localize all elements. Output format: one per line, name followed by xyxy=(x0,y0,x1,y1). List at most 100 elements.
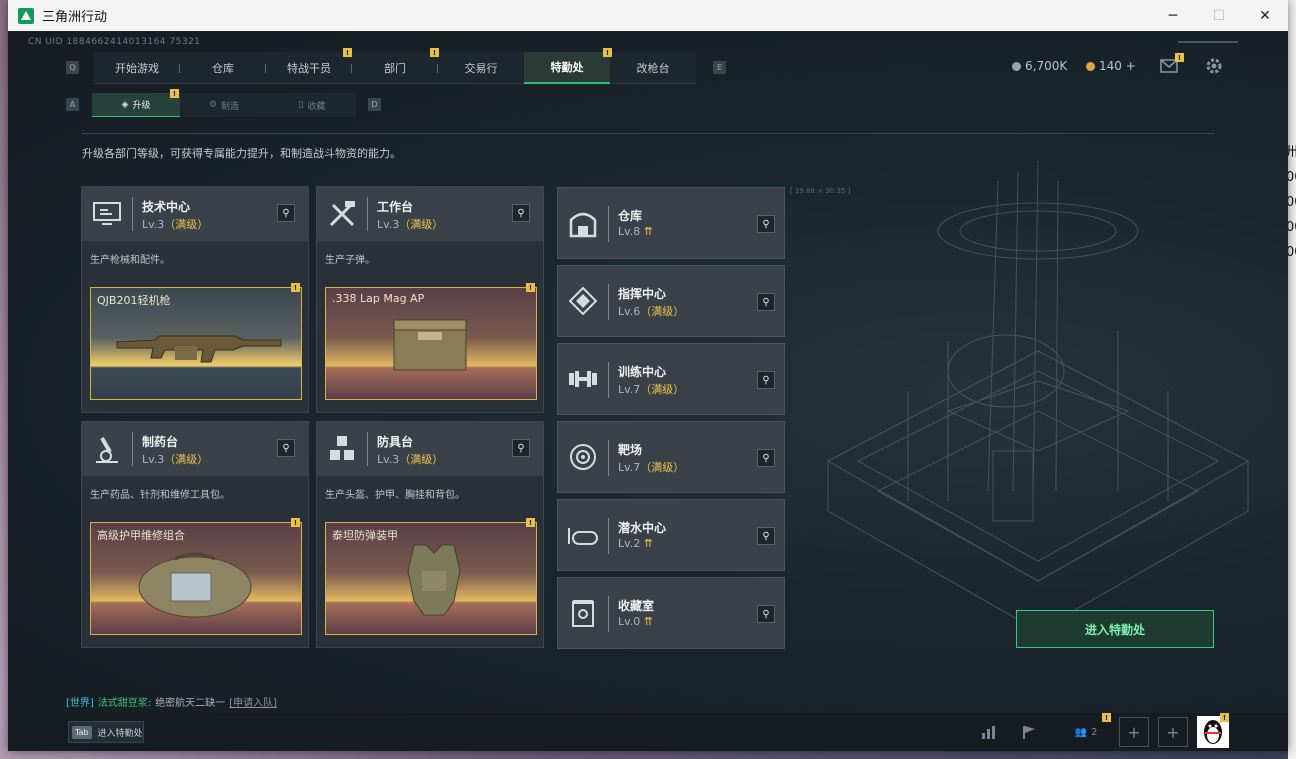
enter-special-ops-button[interactable]: 进入特勤处 xyxy=(1016,610,1214,648)
magnifier-icon: ⚲ xyxy=(282,442,290,454)
tab-label: 特战干员 xyxy=(287,62,331,75)
target-icon xyxy=(566,440,600,474)
subtab-label: 升级 xyxy=(132,101,151,111)
product-slot[interactable]: 泰坦防弹装甲 xyxy=(325,522,537,635)
tab-operators[interactable]: 特战干员 xyxy=(266,52,352,84)
maximize-button[interactable]: ☐ xyxy=(1196,0,1242,31)
tab-warehouse[interactable]: 仓库 xyxy=(180,52,266,84)
subnav-next-key[interactable]: D xyxy=(368,98,381,111)
magnifier-icon: ⚲ xyxy=(517,207,525,219)
search-button[interactable]: ⚲ xyxy=(757,215,775,233)
card-tech-center[interactable]: 技术中心 Lv.3（满级） ⚲ 生产枪械和配件。 QJB201轻机枪 ! xyxy=(81,186,309,413)
money-display: 6,700K xyxy=(1012,59,1067,73)
armor-vest-image xyxy=(407,544,461,616)
upgrade-icon: ◈ xyxy=(121,99,129,110)
tab-department[interactable]: 部门 xyxy=(352,52,438,84)
tab-key-label: Tab xyxy=(72,725,92,739)
card-shooting-range[interactable]: 靶场 Lv.7（满级） ⚲ xyxy=(557,421,785,493)
close-button[interactable]: ✕ xyxy=(1242,0,1288,31)
search-button[interactable]: ⚲ xyxy=(757,527,775,545)
subnav-prev-key[interactable]: A xyxy=(66,98,79,111)
card-command-center[interactable]: 指挥中心 Lv.6（满级） ⚲ xyxy=(557,265,785,337)
card-level: Lv.3（满级） xyxy=(142,453,209,466)
card-training-center[interactable]: 训练中心 Lv.7（满级） ⚲ xyxy=(557,343,785,415)
product-badge: ! xyxy=(526,518,535,527)
search-button[interactable]: ⚲ xyxy=(757,371,775,389)
product-slot[interactable]: 高级护甲维修组合 xyxy=(90,522,302,635)
card-level: Lv.3（满级） xyxy=(142,218,209,231)
search-button[interactable]: ⚲ xyxy=(757,605,775,623)
settings-gear-icon[interactable] xyxy=(1205,57,1223,75)
subtab-collection[interactable]: ▯ 收藏 xyxy=(268,93,356,117)
nav-prev-key[interactable]: Q xyxy=(66,61,79,74)
add-teammate-slot-2[interactable]: + xyxy=(1158,717,1188,747)
search-button[interactable]: ⚲ xyxy=(757,293,775,311)
card-workbench[interactable]: 工作台 Lv.3（满级） ⚲ 生产子弹。 .338 Lap Mag AP ! xyxy=(316,186,544,413)
card-armor-bench[interactable]: 防具台 Lv.3（满级） ⚲ 生产头盔、护甲、胸挂和背包。 泰坦防弹装甲 ! xyxy=(316,421,544,648)
subtab-craft[interactable]: ⚙ 制造 xyxy=(180,93,268,117)
search-button[interactable]: ⚲ xyxy=(277,204,295,222)
magnifier-icon: ⚲ xyxy=(517,442,525,454)
chat-user[interactable]: 法式甜豆浆: xyxy=(98,694,151,709)
card-header: 防具台 Lv.3（满级） ⚲ xyxy=(317,422,543,476)
subtab-label: 收藏 xyxy=(307,101,326,112)
card-collection-room[interactable]: 收藏室 Lv.0 ⇈ ⚲ xyxy=(557,577,785,649)
nav-next-key[interactable]: E xyxy=(713,61,726,74)
magnifier-icon: ⚲ xyxy=(762,296,770,308)
card-title: 收藏室 xyxy=(618,599,655,613)
add-teammate-slot-1[interactable]: + xyxy=(1119,717,1149,747)
card-header: 制药台 Lv.3（满级） ⚲ xyxy=(82,422,308,476)
friends-button[interactable]: 👥 2 xyxy=(1066,717,1106,747)
product-slot[interactable]: .338 Lap Mag AP xyxy=(325,287,537,400)
search-button[interactable]: ⚲ xyxy=(512,439,530,457)
game-area: [ 19.88 × 30.35 ] CN UID 188466241401316… xyxy=(8,31,1288,751)
product-name: .338 Lap Mag AP xyxy=(332,292,425,305)
product-slot[interactable]: QJB201轻机枪 xyxy=(90,287,302,400)
product-badge: ! xyxy=(526,283,535,292)
card-level: Lv.2 ⇈ xyxy=(618,537,653,550)
minimize-button[interactable]: ─ xyxy=(1150,0,1196,31)
tab-gunsmith[interactable]: 改枪台 xyxy=(610,52,696,84)
card-level: Lv.7（满级） xyxy=(618,383,685,396)
penguin-icon xyxy=(1204,720,1222,744)
product-name: 泰坦防弹装甲 xyxy=(332,529,398,542)
tab-start-game[interactable]: 开始游戏 xyxy=(94,52,180,84)
search-button[interactable]: ⚲ xyxy=(277,439,295,457)
coin-icon xyxy=(1086,61,1095,71)
tab-label: 开始游戏 xyxy=(115,62,159,75)
card-diving-center[interactable]: 潜水中心 Lv.2 ⇈ ⚲ xyxy=(557,499,785,571)
card-title: 指挥中心 xyxy=(618,287,667,301)
cubes-icon xyxy=(325,432,359,466)
search-button[interactable]: ⚲ xyxy=(512,204,530,222)
app-logo-icon xyxy=(18,7,34,24)
card-title: 制药台 xyxy=(142,435,179,449)
page-description: 升级各部门等级，可获得专属能力提升，和制造战斗物资的能力。 xyxy=(82,147,401,160)
magnifier-icon: ⚲ xyxy=(282,207,290,219)
card-pharmacy[interactable]: 制药台 Lv.3（满级） ⚲ 生产药品、针剂和维修工具包。 高级护甲维修组合 ! xyxy=(81,421,309,648)
coins-display[interactable]: 140 + xyxy=(1086,59,1136,73)
uid-label: CN UID 1884662414013164 75321 xyxy=(28,37,201,47)
card-warehouse[interactable]: 仓库 Lv.8 ⇈ ⚲ xyxy=(557,187,785,259)
sub-nav: ◈ 升级 ⚙ 制造 ▯ 收藏 xyxy=(92,93,356,117)
chat-message: 绝密航天二缺一 xyxy=(155,698,226,709)
stats-icon[interactable] xyxy=(974,717,1004,747)
tools-icon xyxy=(325,197,359,231)
tab-label: 交易行 xyxy=(464,62,498,75)
product-name: 高级护甲维修组合 xyxy=(97,529,185,542)
join-team-link[interactable]: [申请入队] xyxy=(229,694,277,709)
subtab-upgrade[interactable]: ◈ 升级 xyxy=(92,93,180,117)
money-value: 6,700K xyxy=(1025,59,1068,73)
card-level: Lv.0 ⇈ xyxy=(618,615,653,628)
card-level: Lv.6（满级） xyxy=(618,305,685,318)
tab-shortcut-button[interactable]: Tab 进入特勤处 xyxy=(68,721,144,743)
tab-special-ops-badge: ! xyxy=(603,48,612,57)
flag-icon[interactable] xyxy=(1014,717,1044,747)
tab-trading[interactable]: 交易行 xyxy=(438,52,524,84)
card-description: 生产药品、针剂和维修工具包。 xyxy=(90,490,230,501)
microscope-icon xyxy=(90,432,124,466)
search-button[interactable]: ⚲ xyxy=(757,449,775,467)
chat-channel[interactable]: [世界] xyxy=(66,694,94,709)
tab-special-ops[interactable]: 特勤处 xyxy=(524,52,610,84)
machine-gun-image xyxy=(116,335,282,363)
card-title: 训练中心 xyxy=(618,365,667,379)
